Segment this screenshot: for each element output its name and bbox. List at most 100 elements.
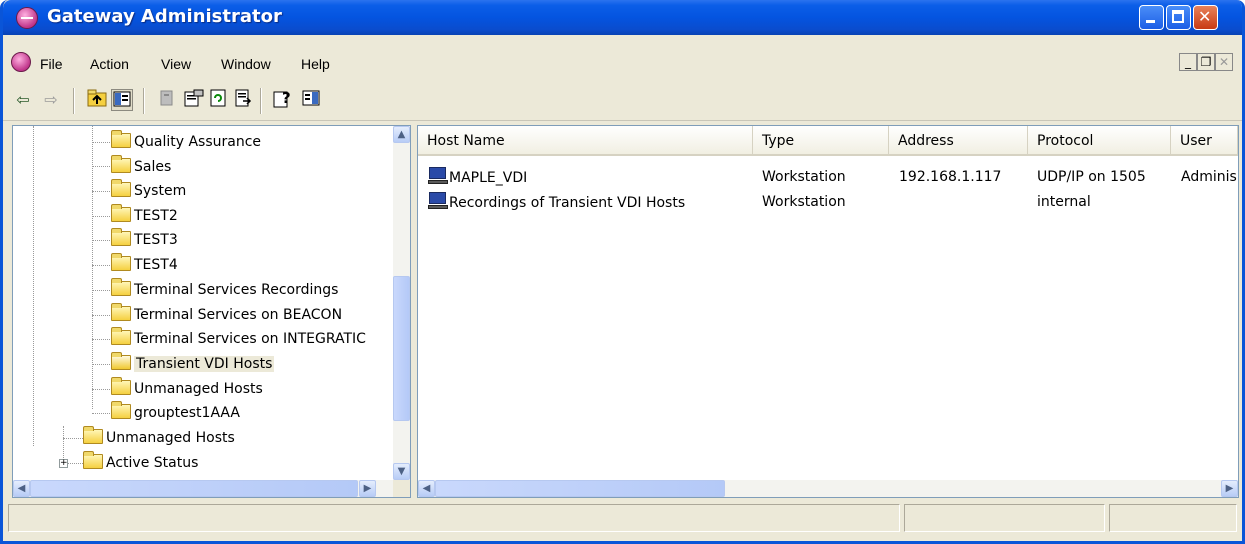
results-list[interactable]: Host Name Type Address Protocol User MAP…: [417, 125, 1239, 498]
tree-item-unmanaged-hosts-sub[interactable]: Unmanaged Hosts: [111, 377, 263, 402]
column-header-host-name[interactable]: Host Name: [418, 126, 753, 156]
window-title: Gateway Administrator: [47, 6, 282, 27]
folder-icon: [111, 228, 131, 246]
maximize-button[interactable]: [1166, 5, 1191, 30]
tree-line: [33, 126, 34, 446]
user-cell: Administ: [1181, 169, 1237, 185]
protocol-cell: internal: [1037, 194, 1091, 210]
export-list-icon[interactable]: [232, 89, 254, 111]
tree-line: [68, 463, 83, 464]
scroll-down-arrow-icon[interactable]: ▼: [393, 463, 410, 480]
list-horizontal-scroll-thumb[interactable]: [435, 480, 725, 497]
toolbar-separator: [73, 88, 75, 114]
column-header-user[interactable]: User: [1171, 126, 1238, 156]
tree-item-test3[interactable]: TEST3: [111, 228, 178, 253]
tree-vertical-scrollbar[interactable]: ▲ ▼: [393, 126, 410, 480]
folder-icon: [111, 401, 131, 419]
list-horizontal-scrollbar[interactable]: ◀ ▶: [418, 480, 1238, 497]
column-header-protocol[interactable]: Protocol: [1028, 126, 1171, 156]
address-cell: 192.168.1.117: [899, 169, 1002, 185]
title-bar[interactable]: Gateway Administrator: [3, 0, 1242, 35]
open-folder-icon: [111, 352, 131, 370]
status-panel: [904, 504, 1105, 532]
type-cell: Workstation: [762, 194, 846, 210]
tree-item-test4[interactable]: TEST4: [111, 253, 178, 278]
tree-item-test2[interactable]: TEST2: [111, 204, 178, 229]
computer-icon: [428, 167, 448, 185]
help-icon[interactable]: ?: [273, 89, 295, 111]
toolbar-separator: [260, 88, 262, 114]
app-window: Gateway Administrator File Action View W…: [0, 0, 1245, 544]
menu-action[interactable]: Action: [90, 56, 129, 72]
status-panel: [1109, 504, 1237, 532]
tree-line: [92, 413, 110, 414]
tree-item-terminal-services-beacon[interactable]: Terminal Services on BEACON: [111, 303, 342, 328]
tree-vertical-scroll-thumb[interactable]: [393, 276, 410, 421]
folder-icon: [111, 278, 131, 296]
tree-line: [92, 126, 93, 409]
show-hide-console-tree-icon[interactable]: [111, 89, 133, 111]
folder-icon: [111, 377, 131, 395]
host-name-cell: Recordings of Transient VDI Hosts: [428, 192, 685, 211]
host-name-cell: MAPLE_VDI: [428, 167, 527, 186]
type-cell: Workstation: [762, 169, 846, 185]
tree-item-transient-vdi-hosts[interactable]: Transient VDI Hosts: [111, 352, 275, 377]
console-tree[interactable]: Quality Assurance Sales System TEST2 TES…: [12, 125, 411, 498]
app-icon[interactable]: [16, 7, 38, 29]
scroll-right-arrow-icon[interactable]: ▶: [359, 480, 376, 497]
folder-icon: [83, 451, 103, 469]
toolbar: ⇦ ⇨ ?: [3, 83, 1242, 121]
tree-item-grouptest1aaa[interactable]: grouptest1AAA: [111, 401, 240, 426]
tree-horizontal-scrollbar[interactable]: ◀ ▶: [13, 480, 393, 497]
status-panel: [8, 504, 900, 532]
delete-icon[interactable]: [156, 89, 178, 111]
menu-view[interactable]: View: [161, 56, 191, 72]
tree-line: [92, 142, 110, 143]
tree-line: [92, 290, 110, 291]
scroll-left-arrow-icon[interactable]: ◀: [418, 480, 435, 497]
forward-arrow-icon[interactable]: ⇨: [40, 89, 62, 111]
tree-item-quality-assurance[interactable]: Quality Assurance: [111, 130, 261, 155]
properties-icon[interactable]: [183, 89, 205, 111]
tree-item-active-status[interactable]: Active Status: [83, 451, 198, 476]
document-menu-icon[interactable]: [11, 52, 31, 72]
folder-icon: [111, 179, 131, 197]
scroll-left-arrow-icon[interactable]: ◀: [13, 480, 30, 497]
menu-bar: File Action View Window Help _ ❐ ✕: [3, 49, 1242, 79]
column-header-address[interactable]: Address: [889, 126, 1028, 156]
tree-item-terminal-services-recordings[interactable]: Terminal Services Recordings: [111, 278, 338, 303]
mdi-restore-button[interactable]: ❐: [1197, 53, 1215, 71]
menu-window[interactable]: Window: [221, 56, 271, 72]
folder-icon: [111, 204, 131, 222]
folder-icon: [111, 303, 131, 321]
tree-item-sales[interactable]: Sales: [111, 155, 171, 180]
tree-line: [92, 166, 110, 167]
scroll-right-arrow-icon[interactable]: ▶: [1221, 480, 1238, 497]
tree-item-system[interactable]: System: [111, 179, 186, 204]
folder-icon: [111, 155, 131, 173]
tree-horizontal-scroll-thumb[interactable]: [30, 480, 358, 497]
tree-line: [92, 265, 110, 266]
column-header-type[interactable]: Type: [753, 126, 889, 156]
show-hide-action-pane-icon[interactable]: [300, 89, 322, 111]
back-arrow-icon[interactable]: ⇦: [12, 89, 34, 111]
scrollbar-corner: [393, 480, 410, 497]
tree-line: [92, 315, 110, 316]
tree-item-terminal-services-integration[interactable]: Terminal Services on INTEGRATIC: [111, 327, 366, 352]
up-one-level-icon[interactable]: [86, 89, 108, 111]
computer-icon: [428, 192, 448, 210]
mdi-minimize-button[interactable]: _: [1179, 53, 1197, 71]
status-bar: [8, 502, 1238, 534]
close-button[interactable]: [1193, 5, 1218, 30]
tree-item-unmanaged-hosts[interactable]: Unmanaged Hosts: [83, 426, 235, 451]
refresh-icon[interactable]: [207, 89, 229, 111]
menu-file[interactable]: File: [40, 56, 63, 72]
menu-help[interactable]: Help: [301, 56, 330, 72]
mdi-close-button[interactable]: ✕: [1215, 53, 1233, 71]
minimize-button[interactable]: [1139, 5, 1164, 30]
expand-plus-icon[interactable]: +: [59, 459, 68, 468]
tree-line: [92, 339, 110, 340]
tree-line: [92, 389, 110, 390]
scroll-up-arrow-icon[interactable]: ▲: [393, 126, 410, 143]
folder-icon: [111, 327, 131, 345]
